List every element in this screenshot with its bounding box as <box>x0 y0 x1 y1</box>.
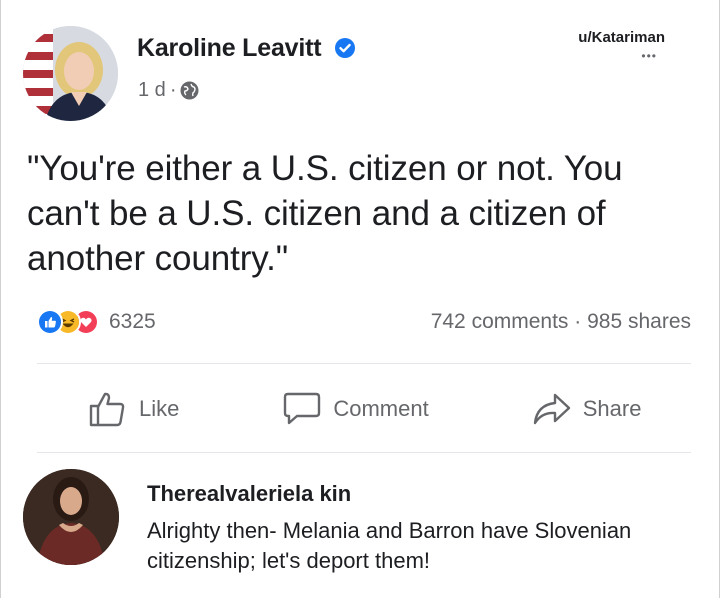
comment-text: Alrighty then- Melania and Barron have S… <box>147 518 632 573</box>
meta-separator: · <box>169 79 177 101</box>
commenter-name[interactable]: Therealvaleriela kin <box>147 481 351 507</box>
post-actions: Like Comment Share <box>37 385 691 433</box>
reaction-count[interactable]: 6325 <box>109 310 156 334</box>
post-stats: 6325 742 comments · 985 shares <box>37 305 691 339</box>
globe-icon <box>180 81 199 100</box>
reaction-summary[interactable]: 6325 <box>37 309 156 335</box>
author-avatar[interactable] <box>23 26 118 121</box>
divider <box>37 363 691 364</box>
divider <box>37 452 691 453</box>
post-time[interactable]: 1 d <box>138 79 166 102</box>
comment-label: Comment <box>333 396 429 421</box>
thumbs-up-icon <box>89 392 125 427</box>
like-label: Like <box>139 396 180 421</box>
post-meta: 1 d · <box>138 79 199 102</box>
share-label: Share <box>582 396 642 421</box>
share-arrow-icon <box>533 393 570 425</box>
commenter-avatar[interactable] <box>23 469 119 565</box>
more-options-icon[interactable]: ••• <box>641 50 657 62</box>
comment-bubble-icon <box>284 392 321 425</box>
comment-item: Therealvaleriela kin Alrighty then- Mela… <box>23 469 703 579</box>
like-icon <box>37 309 63 335</box>
like-button[interactable]: Like <box>37 385 231 433</box>
share-button[interactable]: Share <box>481 385 692 433</box>
verified-badge-icon <box>334 37 356 66</box>
username-tag: u/Katariman <box>578 29 665 46</box>
comments-shares-count[interactable]: 742 comments · 985 shares <box>431 310 691 334</box>
author-name-text[interactable]: Karoline Leavitt <box>137 34 322 62</box>
author-name[interactable]: Karoline Leavitt <box>137 34 356 66</box>
comment-button[interactable]: Comment <box>231 385 480 433</box>
post-header: Karoline Leavitt 1 d · u/Katariman ••• <box>23 26 703 126</box>
post-text: "You're either a U.S. citizen or not. Yo… <box>27 149 623 278</box>
